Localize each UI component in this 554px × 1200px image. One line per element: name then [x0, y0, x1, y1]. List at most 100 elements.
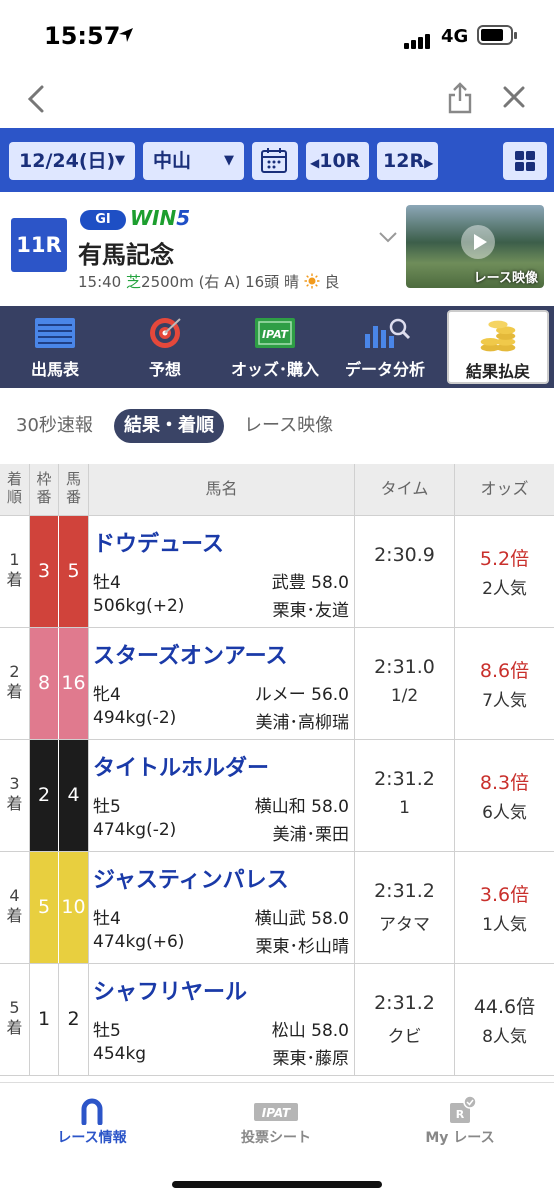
tab-entries[interactable]: 出馬表	[0, 306, 110, 388]
close-icon[interactable]	[501, 84, 527, 110]
jockey-weight: 横山和 58.0	[254, 797, 349, 817]
finish-time: 2:31.2	[374, 880, 435, 902]
caret-down-icon: ▼	[115, 153, 125, 168]
margin: アタマ	[379, 915, 430, 935]
grid-menu-button[interactable]	[503, 142, 547, 180]
calendar-button[interactable]	[252, 142, 298, 180]
odds: 8.6倍	[479, 660, 530, 682]
popularity: 1人気	[482, 915, 527, 935]
divider	[354, 740, 355, 851]
frame-number: 2	[30, 740, 59, 851]
bottom-tab-ballot[interactable]: IPAT 投票シート	[184, 1083, 368, 1163]
network-type: 4G	[441, 26, 469, 47]
horse-name[interactable]: ドウデュース	[93, 526, 224, 558]
horse-name[interactable]: シャフリヤール	[93, 974, 247, 1006]
sex-age: 牡5	[93, 1021, 121, 1041]
finish-time: 2:31.0	[374, 656, 435, 678]
body-weight: 506kg(+2)	[93, 596, 185, 616]
prev-race-label: 10R	[319, 150, 361, 172]
bottom-tab-my-race[interactable]: R My レース	[368, 1083, 552, 1163]
divider	[354, 852, 355, 963]
odds: 5.2倍	[479, 548, 530, 570]
divider	[454, 964, 455, 1075]
bottom-tab-label: レース情報	[57, 1130, 127, 1146]
divider	[454, 740, 455, 851]
popularity: 6人気	[482, 803, 527, 823]
bottom-tab-label: 投票シート	[241, 1130, 311, 1146]
jockey-weight: 武豊 58.0	[271, 573, 349, 593]
svg-text:R: R	[456, 1108, 465, 1121]
trainer: 美浦･高柳瑞	[255, 713, 350, 733]
finish-position-label: 3着	[6, 774, 23, 813]
video-label: レース映像	[473, 271, 538, 286]
sub-tab-results-order[interactable]: 結果・着順	[114, 409, 224, 443]
result-sub-tabs: 30秒速報 結果・着順 レース映像	[0, 400, 554, 454]
trainer: 美浦･栗田	[272, 825, 350, 845]
divider	[88, 740, 89, 851]
target-icon	[150, 318, 181, 348]
divider	[88, 628, 89, 739]
race-video-thumbnail[interactable]: レース映像	[406, 205, 544, 288]
next-race-label: 12R	[383, 150, 425, 172]
header-pos-label: 着順	[6, 470, 22, 506]
finish-time: 2:30.9	[374, 544, 435, 566]
frame-number: 3	[30, 516, 59, 627]
bottom-tab-race-info[interactable]: レース情報	[0, 1083, 184, 1163]
date-select[interactable]: 12/24(日) ▼	[9, 142, 135, 180]
horse-name[interactable]: スターズオンアース	[93, 638, 287, 670]
frame-number: 1	[30, 964, 59, 1075]
chevron-down-icon[interactable]	[378, 230, 398, 244]
next-race-button[interactable]: 12R▶	[377, 142, 438, 180]
sub-tab-race-video[interactable]: レース映像	[244, 409, 333, 443]
start-time: 15:40	[78, 273, 122, 291]
body-weight: 474kg(-2)	[93, 820, 177, 840]
tab-odds-purchase[interactable]: IPAT オッズ･購入	[220, 306, 330, 388]
sun-icon	[304, 273, 320, 289]
table-row[interactable]: 2着 8 16 スターズオンアース 牝4 ルメー 56.0 494kg(-2) 美浦･高柳瑞 2…	[0, 628, 554, 740]
body-weight: 494kg(-2)	[93, 708, 177, 728]
table-row[interactable]: 4着 5 10 ジャスティンパレス 牡4 横山武 58.0 474kg(+6) 栗東･杉山晴 2…	[0, 852, 554, 964]
grid-icon	[515, 151, 535, 171]
table-row[interactable]: 5着 1 2 シャフリヤール 牡5 松山 58.0 454kg 栗東･藤原 2:31.2 クビ 44…	[0, 964, 554, 1076]
table-row[interactable]: 3着 2 4 タイトルホルダー 牡5 横山和 58.0 474kg(-2) 美浦･栗田 2:31…	[0, 740, 554, 852]
status-bar: 15:57 4G	[0, 0, 554, 70]
finish-position: 4着	[0, 852, 30, 963]
trainer: 栗東･友道	[272, 601, 350, 621]
trainer: 栗東･杉山晴	[255, 937, 350, 957]
race-name: 有馬記念	[78, 241, 174, 269]
sex-age: 牝4	[93, 685, 121, 705]
horseshoe-icon	[81, 1098, 103, 1125]
tab-data-analysis[interactable]: データ分析	[330, 306, 440, 388]
tab-label: データ分析	[344, 360, 425, 379]
table-row[interactable]: 1着 3 5 ドウデュース 牡4 武豊 58.0 506kg(+2) 栗東･友道 2:30.9 5…	[0, 516, 554, 628]
sub-tab-quick-result[interactable]: 30秒速報	[16, 409, 93, 443]
track-condition: 良	[324, 273, 340, 291]
ipat-icon: IPAT	[255, 318, 295, 348]
venue-value: 中山	[153, 150, 192, 172]
tab-label: 結果払戻	[465, 362, 530, 381]
divider	[88, 516, 89, 627]
tab-prediction[interactable]: 予想	[110, 306, 220, 388]
trainer: 栗東･藤原	[272, 1049, 350, 1069]
browser-nav-bar	[0, 70, 554, 128]
tab-results-payouts[interactable]: 結果払戻	[447, 310, 549, 384]
horse-name[interactable]: ジャスティンパレス	[93, 862, 289, 894]
horse-number: 4	[59, 740, 88, 851]
odds: 44.6倍	[473, 996, 536, 1018]
divider	[454, 628, 455, 739]
race-number-badge: 11R	[11, 218, 67, 272]
prev-race-button[interactable]: ◀10R	[306, 142, 369, 180]
bottom-tab-label: My レース	[425, 1130, 495, 1146]
horse-number: 10	[59, 852, 88, 963]
chart-search-icon	[365, 318, 411, 348]
jockey-weight: 松山 58.0	[271, 1021, 349, 1041]
share-icon[interactable]	[447, 82, 473, 114]
date-value: 12/24(日)	[19, 150, 116, 172]
home-indicator	[172, 1181, 382, 1188]
margin: クビ	[387, 1027, 422, 1047]
horse-name[interactable]: タイトルホルダー	[93, 750, 269, 782]
venue-select[interactable]: 中山 ▼	[143, 142, 244, 180]
calendar-icon	[261, 148, 287, 173]
back-chevron-icon[interactable]	[26, 84, 46, 114]
finish-position: 2着	[0, 628, 30, 739]
